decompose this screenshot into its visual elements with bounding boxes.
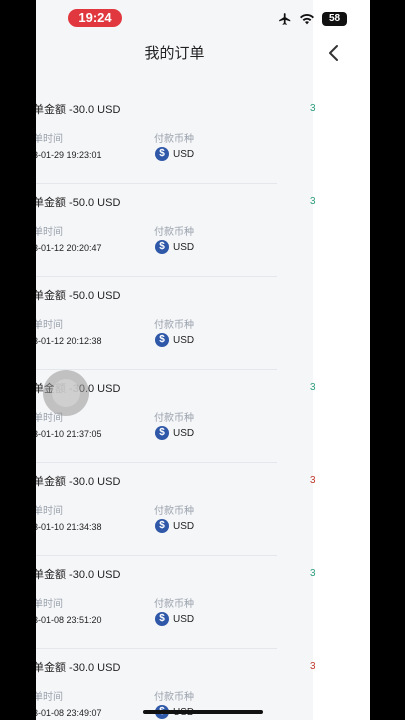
order-row[interactable]: 单金额 -30.0 USD 单时间 3-01-29 19:23:01 付款币种 … bbox=[36, 92, 277, 184]
order-currency-label: 付款币种 bbox=[154, 134, 194, 145]
order-amount: 单金额 -30.0 USD bbox=[36, 476, 121, 488]
order-currency-label: 付款币种 bbox=[154, 506, 194, 517]
status-icons: 58 bbox=[278, 10, 347, 28]
order-amount: 单金额 -50.0 USD bbox=[36, 290, 121, 302]
order-currency-value: USD bbox=[173, 613, 195, 625]
order-time-label: 单时间 bbox=[36, 692, 63, 703]
dollar-coin-icon: $ bbox=[155, 333, 169, 347]
order-currency: $ USD bbox=[155, 612, 194, 626]
right-edge bbox=[370, 0, 405, 720]
order-currency-value: USD bbox=[173, 520, 195, 532]
back-chevron-icon[interactable] bbox=[327, 44, 341, 62]
order-currency-label: 付款币种 bbox=[154, 413, 194, 424]
order-currency-label: 付款币种 bbox=[154, 692, 194, 703]
dollar-coin-icon: $ bbox=[155, 426, 169, 440]
home-indicator[interactable] bbox=[143, 710, 263, 714]
order-currency-label: 付款币种 bbox=[154, 227, 194, 238]
order-currency: $ USD bbox=[155, 240, 194, 254]
order-currency: $ USD bbox=[155, 426, 194, 440]
side-status-digit: 3 bbox=[310, 196, 316, 207]
order-time-label: 单时间 bbox=[36, 320, 63, 331]
status-time: 19:24 bbox=[68, 9, 122, 27]
battery-indicator: 58 bbox=[322, 12, 347, 26]
dollar-coin-icon: $ bbox=[155, 240, 169, 254]
order-currency-value: USD bbox=[173, 334, 195, 346]
wifi-icon bbox=[300, 14, 314, 25]
order-row[interactable]: 单金额 -30.0 USD 单时间 3-01-08 23:51:20 付款币种 … bbox=[36, 557, 277, 649]
order-currency: $ USD bbox=[155, 333, 194, 347]
order-time-label: 单时间 bbox=[36, 227, 63, 238]
divider bbox=[36, 555, 277, 556]
order-time: 3-01-08 23:51:20 bbox=[36, 615, 102, 625]
order-time-label: 单时间 bbox=[36, 134, 63, 145]
left-edge bbox=[0, 0, 36, 720]
order-currency-value: USD bbox=[173, 427, 195, 439]
order-currency-value: USD bbox=[173, 148, 195, 160]
order-currency-label: 付款币种 bbox=[154, 599, 194, 610]
dollar-coin-icon: $ bbox=[155, 147, 169, 161]
order-amount: 单金额 -30.0 USD bbox=[36, 104, 121, 116]
divider bbox=[36, 276, 277, 277]
airplane-icon bbox=[279, 13, 291, 25]
order-row[interactable]: 单金额 -30.0 USD 单时间 3-01-10 21:34:38 付款币种 … bbox=[36, 464, 277, 556]
order-currency: $ USD bbox=[155, 147, 194, 161]
side-status-digit: 3 bbox=[310, 661, 316, 672]
side-status-digit: 3 bbox=[310, 475, 316, 486]
divider bbox=[36, 183, 277, 184]
divider bbox=[36, 648, 277, 649]
order-row[interactable]: 单金额 -50.0 USD 单时间 3-01-12 20:12:38 付款币种 … bbox=[36, 278, 277, 370]
order-time: 3-01-12 20:12:38 bbox=[36, 336, 102, 346]
order-time-label: 单时间 bbox=[36, 506, 63, 517]
order-currency-label: 付款币种 bbox=[154, 320, 194, 331]
order-time: 3-01-10 21:37:05 bbox=[36, 429, 102, 439]
order-amount: 单金额 -30.0 USD bbox=[36, 662, 121, 674]
dollar-coin-icon: $ bbox=[155, 612, 169, 626]
page-title: 我的订单 bbox=[144, 45, 205, 62]
order-row[interactable]: 单金额 -50.0 USD 单时间 3-01-12 20:20:47 付款币种 … bbox=[36, 185, 277, 277]
orders-page: 我的订单 单金额 -30.0 USD 单时间 3-01-29 19:23:01 … bbox=[36, 0, 370, 720]
side-status-digit: 3 bbox=[310, 382, 316, 393]
order-time: 3-01-08 23:49:07 bbox=[36, 708, 102, 718]
order-time-label: 单时间 bbox=[36, 599, 63, 610]
order-currency: $ USD bbox=[155, 519, 194, 533]
order-currency-value: USD bbox=[173, 241, 195, 253]
order-amount: 单金额 -30.0 USD bbox=[36, 569, 121, 581]
right-side-panel bbox=[313, 0, 370, 720]
order-time: 3-01-29 19:23:01 bbox=[36, 150, 102, 160]
divider bbox=[36, 462, 277, 463]
side-status-digit: 3 bbox=[310, 103, 316, 114]
order-amount: 单金额 -50.0 USD bbox=[36, 197, 121, 209]
dollar-coin-icon: $ bbox=[155, 519, 169, 533]
touch-indicator bbox=[43, 370, 89, 416]
order-time: 3-01-10 21:34:38 bbox=[36, 522, 102, 532]
order-time: 3-01-12 20:20:47 bbox=[36, 243, 102, 253]
side-status-digit: 3 bbox=[310, 568, 316, 579]
